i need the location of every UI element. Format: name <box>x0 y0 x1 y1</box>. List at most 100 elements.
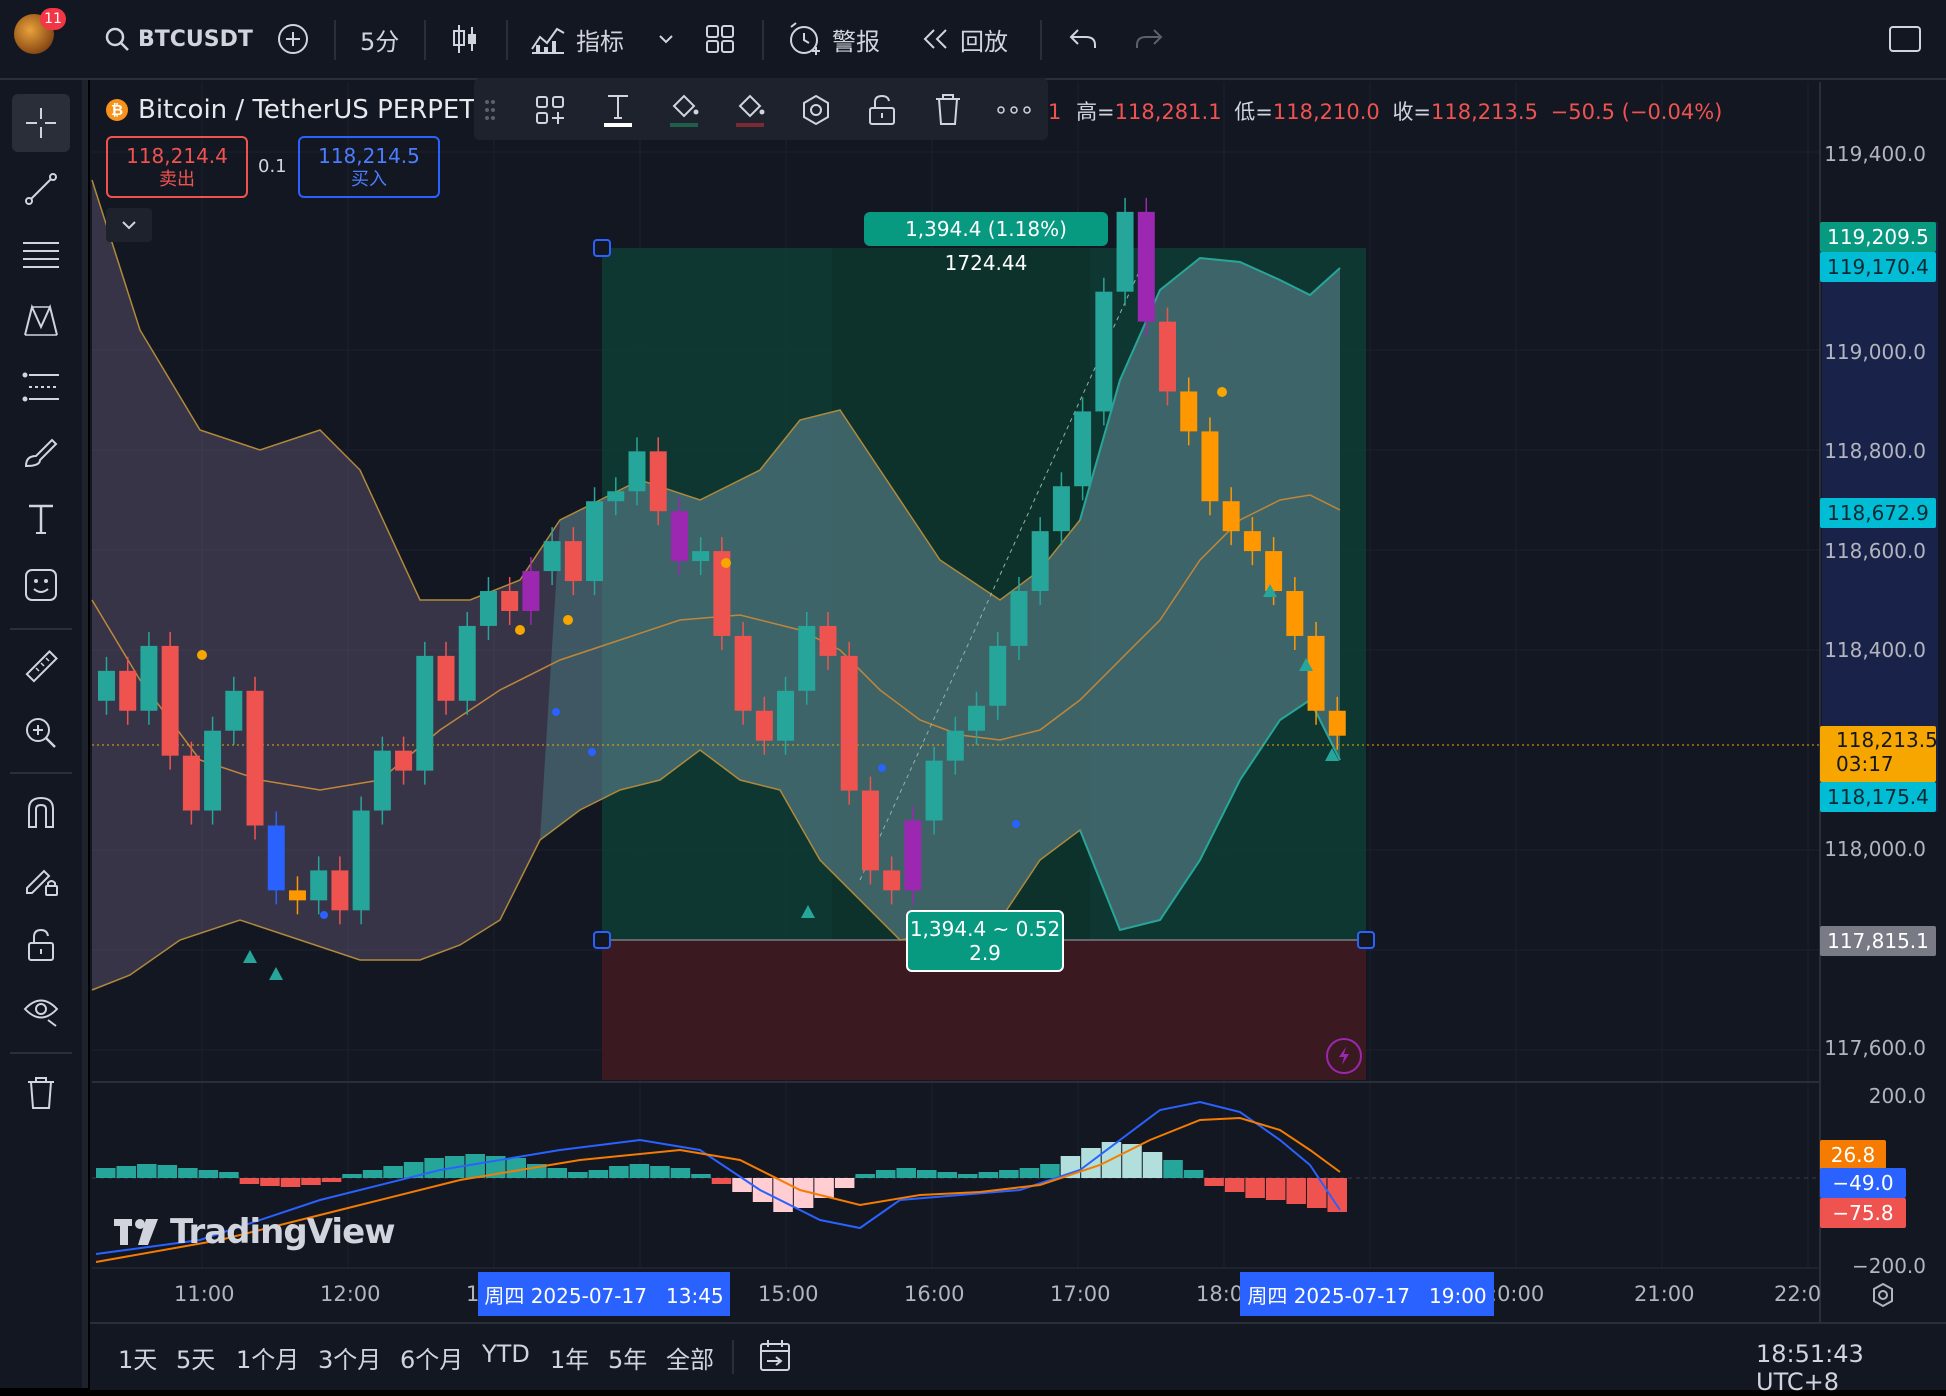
time-tick: 16:00 <box>904 1282 965 1306</box>
paint-bucket-red-icon <box>736 94 765 127</box>
stop-label[interactable]: 1,394.4 ~ 0.52 2.9 <box>906 910 1064 972</box>
range-1d[interactable]: 1天 <box>118 1340 157 1375</box>
high-label: 高= <box>1076 100 1115 124</box>
candle-body <box>479 591 497 626</box>
macd-histogram-bar <box>239 1178 260 1184</box>
target-label[interactable]: 1,394.4 (1.18%) 1724.44 <box>864 212 1108 275</box>
macd-histogram-bar <box>855 1174 875 1178</box>
candle-body <box>670 511 688 562</box>
signal-dot <box>878 764 886 772</box>
range-3m[interactable]: 3个月 <box>318 1340 381 1375</box>
price-tick: 119,400.0 <box>1824 142 1926 166</box>
range-5y[interactable]: 5年 <box>608 1340 647 1375</box>
range-end-text: 周四 2025-07-17 19:00 <box>1247 1283 1487 1308</box>
paint-bucket-green-icon <box>670 94 699 127</box>
candle-body <box>734 635 752 711</box>
candle-body <box>246 690 264 826</box>
add-template-icon <box>536 96 564 124</box>
candle-body <box>1201 431 1219 502</box>
separator <box>732 1340 734 1374</box>
candle-body <box>586 501 604 582</box>
range-6m[interactable]: 6个月 <box>400 1340 463 1375</box>
macd-histogram-bar <box>383 1166 403 1178</box>
candle-body <box>522 571 540 611</box>
more-options-button[interactable] <box>994 90 1034 130</box>
candle-body <box>777 690 795 741</box>
candle-body <box>861 790 879 871</box>
chevron-down-icon <box>122 221 136 230</box>
macd-histogram-bar <box>609 1166 629 1178</box>
time-tick: 17:00 <box>1050 1282 1111 1306</box>
candle-body <box>840 655 858 791</box>
range-ytd[interactable]: YTD <box>482 1340 530 1368</box>
sell-button[interactable]: 118,214.4 卖出 <box>106 136 248 198</box>
fill-color-loss-button[interactable] <box>730 90 770 130</box>
buy-label: 买入 <box>351 169 387 190</box>
candle-body <box>416 655 434 771</box>
low-value: 118,210.0 <box>1272 100 1380 124</box>
candle-body <box>1180 391 1198 432</box>
macd-histogram-bar <box>834 1178 855 1188</box>
candle-body <box>607 491 625 502</box>
macd-tick: −200.0 <box>1851 1254 1926 1278</box>
candle-body <box>331 870 349 911</box>
close-label: 收= <box>1392 100 1432 124</box>
candle-body <box>649 451 667 512</box>
macd-histogram-bar <box>958 1174 978 1178</box>
time-tick: 12:00 <box>320 1282 381 1306</box>
drag-dots-icon <box>485 100 495 120</box>
close-value: 118,213.5 <box>1431 100 1538 124</box>
candle-body <box>267 825 285 891</box>
candle-body <box>1265 551 1283 592</box>
candle-body <box>628 451 646 492</box>
calendar-arrow-icon <box>760 1340 790 1371</box>
macd-histogram-bar <box>916 1170 937 1178</box>
price-tick: 119,000.0 <box>1824 340 1926 364</box>
sell-price: 118,214.4 <box>126 144 228 168</box>
macd-histogram-bar <box>1265 1178 1286 1200</box>
macd-histogram-bar <box>711 1178 732 1184</box>
settings-button[interactable] <box>796 90 836 130</box>
macd-histogram-bar <box>1019 1168 1040 1178</box>
range-1y[interactable]: 1年 <box>550 1340 589 1375</box>
text-color-button[interactable] <box>598 90 638 130</box>
candle-body <box>373 750 391 811</box>
symbol-legend[interactable]: ₿ Bitcoin / TetherUS PERPET <box>106 90 475 130</box>
candle-body <box>140 645 158 711</box>
goto-date-button[interactable] <box>758 1338 794 1378</box>
ohlc-prefix: 1 <box>1048 100 1062 124</box>
flash-button[interactable] <box>1326 1038 1362 1074</box>
candle-body <box>437 655 455 701</box>
price-chart[interactable] <box>0 0 1946 1388</box>
macd-histogram-bar <box>1040 1164 1060 1178</box>
signal-dot <box>320 911 328 919</box>
stop-price-tag: 117,815.1 <box>1820 926 1936 956</box>
candle-body <box>968 705 986 731</box>
macd-histogram-bar <box>1306 1178 1327 1208</box>
signal-dot <box>1012 820 1020 828</box>
candle-body <box>1159 321 1176 392</box>
range-5d[interactable]: 5天 <box>176 1340 215 1375</box>
range-all[interactable]: 全部 <box>666 1340 714 1375</box>
collapse-legend-button[interactable] <box>106 208 152 242</box>
lock-drawing-button[interactable] <box>862 90 902 130</box>
current-price-tag: 118,213.5 03:17 <box>1820 726 1938 782</box>
drag-handle[interactable] <box>480 90 500 130</box>
macd-histogram-bar <box>629 1164 650 1178</box>
fill-color-profit-button[interactable] <box>664 90 704 130</box>
chart-settings-button[interactable] <box>1870 1282 1896 1312</box>
buy-button[interactable]: 118,214.5 买入 <box>298 136 440 198</box>
candle-body <box>1116 211 1134 292</box>
macd-histogram-bar <box>732 1178 752 1192</box>
candle-body <box>883 870 901 891</box>
macd-histogram-bar <box>301 1178 321 1185</box>
template-button[interactable] <box>530 90 570 130</box>
macd-histogram-bar <box>568 1172 588 1178</box>
time-tick: 15:00 <box>758 1282 819 1306</box>
stop-label-line2: 2.9 <box>969 941 1001 965</box>
macd-histogram-bar <box>691 1174 711 1178</box>
change-value: −50.5 (−0.04%) <box>1550 100 1723 124</box>
range-1m[interactable]: 1个月 <box>236 1340 299 1375</box>
delete-drawing-button[interactable] <box>928 90 968 130</box>
candle-body <box>352 810 370 911</box>
